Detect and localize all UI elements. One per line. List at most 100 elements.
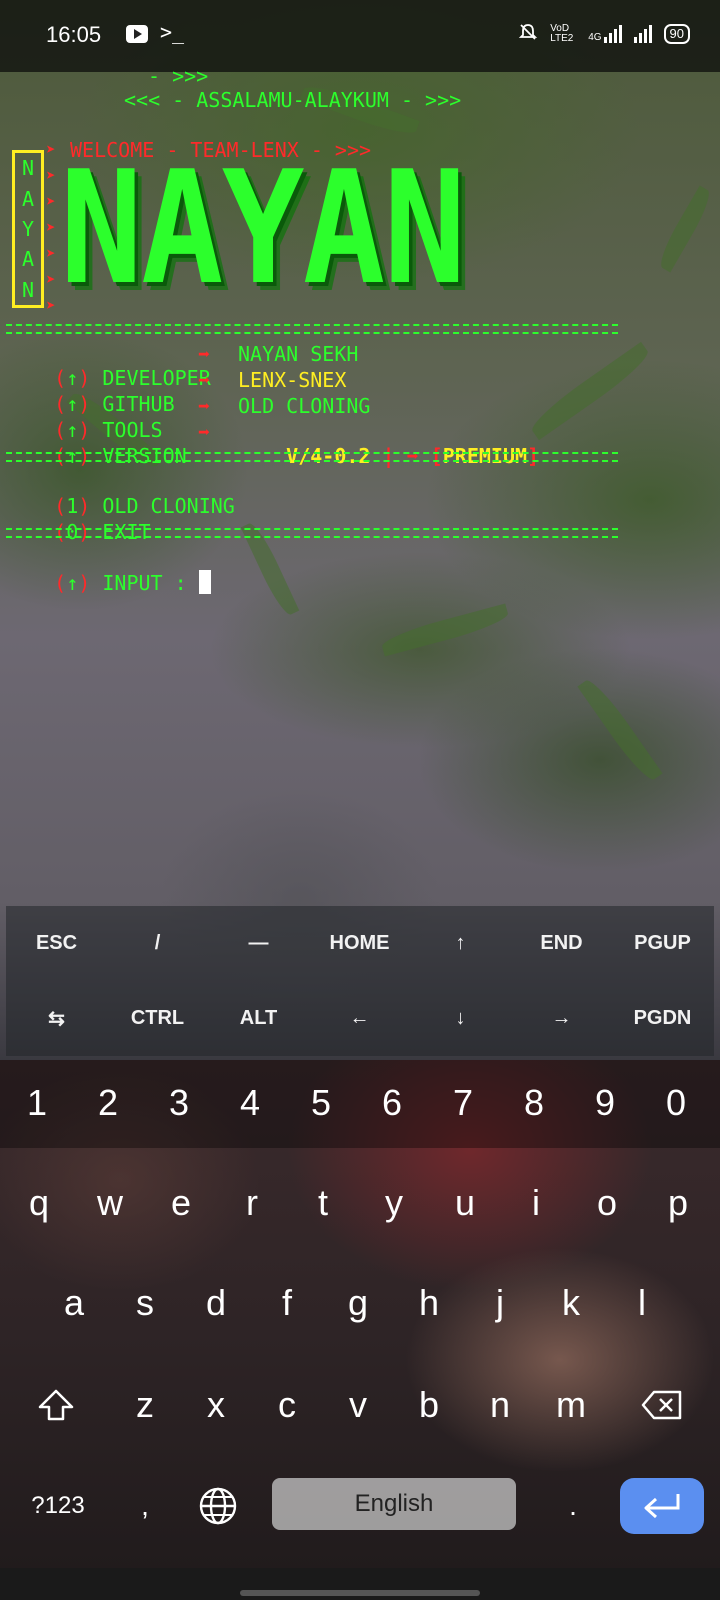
arrow-icon: ➤ <box>46 140 56 159</box>
key-e[interactable]: e <box>146 1168 216 1238</box>
key-pgup[interactable]: PGUP <box>612 906 713 981</box>
key-o[interactable]: o <box>572 1168 642 1238</box>
soft-keyboard: 1 2 3 4 5 6 7 8 9 0 q w e r t y u i o p … <box>0 1060 720 1568</box>
greeting-text: <<< - ASSALAMU-ALAYKUM - >>> <box>124 88 462 112</box>
key-c[interactable]: c <box>252 1370 322 1440</box>
key-h[interactable]: h <box>394 1268 464 1338</box>
key-g[interactable]: g <box>323 1268 393 1338</box>
shift-icon <box>38 1389 74 1421</box>
globe-icon <box>199 1487 237 1525</box>
key-right[interactable]: → <box>511 981 612 1056</box>
status-bar: 16:05 >_ VoD LTE2 4G 90 <box>0 0 720 72</box>
key-l[interactable]: l <box>607 1268 677 1338</box>
mute-bell-icon <box>518 22 538 45</box>
info-value: LENX-SNEX <box>238 368 347 392</box>
key-z[interactable]: z <box>110 1370 180 1440</box>
signal-icon <box>633 24 652 43</box>
symbols-key[interactable]: ?123 <box>18 1478 98 1534</box>
nayan-logo: NAYAN <box>60 137 466 319</box>
input-prompt[interactable]: (↑) INPUT : <box>6 546 211 619</box>
arrow-icon: ➤ <box>46 166 56 185</box>
key-ctrl[interactable]: CTRL <box>107 981 208 1056</box>
key-6[interactable]: 6 <box>357 1068 427 1138</box>
key-home[interactable]: HOME <box>309 906 410 981</box>
gesture-handle[interactable] <box>240 1590 480 1596</box>
arrow-icon: ➡ <box>198 420 211 444</box>
key-esc[interactable]: ESC <box>6 906 107 981</box>
key-5[interactable]: 5 <box>286 1068 356 1138</box>
key-b[interactable]: b <box>394 1370 464 1440</box>
status-time: 16:05 <box>46 22 102 47</box>
side-name-box: N A Y A N <box>12 150 44 308</box>
enter-key[interactable] <box>620 1478 704 1534</box>
side-arrows: ➤ ➤ ➤ ➤ ➤ ➤ ➤ <box>46 140 60 322</box>
key-tab[interactable]: ⇆ <box>6 981 107 1056</box>
key-t[interactable]: t <box>288 1168 358 1238</box>
greeting-top: - >>> <box>148 64 209 88</box>
side-letter: N <box>21 277 35 302</box>
arrow-icon: ➡ <box>198 368 211 392</box>
battery-icon: 90 <box>663 23 690 44</box>
key-up[interactable]: ↑ <box>410 906 511 981</box>
key-q[interactable]: q <box>4 1168 74 1238</box>
key-down[interactable]: ↓ <box>410 981 511 1056</box>
globe-key[interactable] <box>190 1478 246 1534</box>
divider <box>6 324 618 334</box>
key-j[interactable]: j <box>465 1268 535 1338</box>
backspace-key[interactable] <box>620 1370 704 1440</box>
arrow-icon: ➤ <box>46 192 56 211</box>
info-value: OLD CLONING <box>238 394 371 418</box>
arrow-icon: ➤ <box>46 218 56 237</box>
text-cursor <box>198 570 211 594</box>
key-u[interactable]: u <box>430 1168 500 1238</box>
key-k[interactable]: k <box>536 1268 606 1338</box>
space-bar[interactable]: English <box>272 1478 516 1530</box>
key-v[interactable]: v <box>323 1370 393 1440</box>
key-a[interactable]: a <box>39 1268 109 1338</box>
key-r[interactable]: r <box>217 1168 287 1238</box>
arrow-icon: ➤ <box>46 296 56 315</box>
side-letter: N <box>21 156 35 181</box>
key-alt[interactable]: ALT <box>208 981 309 1056</box>
shift-key[interactable] <box>14 1370 98 1440</box>
key-7[interactable]: 7 <box>428 1068 498 1138</box>
key-s[interactable]: s <box>110 1268 180 1338</box>
key-4[interactable]: 4 <box>215 1068 285 1138</box>
arrow-icon: ➤ <box>46 270 56 289</box>
key-n[interactable]: n <box>465 1370 535 1440</box>
youtube-icon <box>126 25 148 43</box>
key-p[interactable]: p <box>643 1168 713 1238</box>
key-i[interactable]: i <box>501 1168 571 1238</box>
enter-icon <box>644 1494 680 1519</box>
key-1[interactable]: 1 <box>2 1068 72 1138</box>
key-w[interactable]: w <box>75 1168 145 1238</box>
key-0[interactable]: 0 <box>641 1068 711 1138</box>
key-slash[interactable]: / <box>107 906 208 981</box>
arrow-icon: ➡ <box>198 342 211 366</box>
key-y[interactable]: y <box>359 1168 429 1238</box>
key-end[interactable]: END <box>511 906 612 981</box>
key-pgdn[interactable]: PGDN <box>612 981 713 1056</box>
period-key[interactable]: . <box>548 1478 598 1534</box>
terminal-screen[interactable]: - >>> <<< - ASSALAMU-ALAYKUM - >>> WELCO… <box>0 64 720 902</box>
key-dash[interactable]: — <box>208 906 309 981</box>
key-3[interactable]: 3 <box>144 1068 214 1138</box>
key-2[interactable]: 2 <box>73 1068 143 1138</box>
comma-key[interactable]: , <box>120 1478 170 1534</box>
status-icons: VoD LTE2 4G 90 <box>518 22 690 45</box>
signal-icon: 4G <box>588 24 622 43</box>
side-letter: A <box>21 247 35 272</box>
key-left[interactable]: ← <box>309 981 410 1056</box>
key-f[interactable]: f <box>252 1268 322 1338</box>
backspace-icon <box>641 1390 682 1420</box>
signal-type-label: 4G <box>588 31 602 43</box>
key-d[interactable]: d <box>181 1268 251 1338</box>
divider <box>6 452 618 462</box>
side-letter: Y <box>21 216 35 241</box>
side-letter: A <box>21 186 35 211</box>
key-9[interactable]: 9 <box>570 1068 640 1138</box>
extra-keys-bar: ESC / — HOME ↑ END PGUP ⇆ CTRL ALT ← ↓ →… <box>6 906 714 1056</box>
key-m[interactable]: m <box>536 1370 606 1440</box>
key-x[interactable]: x <box>181 1370 251 1440</box>
key-8[interactable]: 8 <box>499 1068 569 1138</box>
